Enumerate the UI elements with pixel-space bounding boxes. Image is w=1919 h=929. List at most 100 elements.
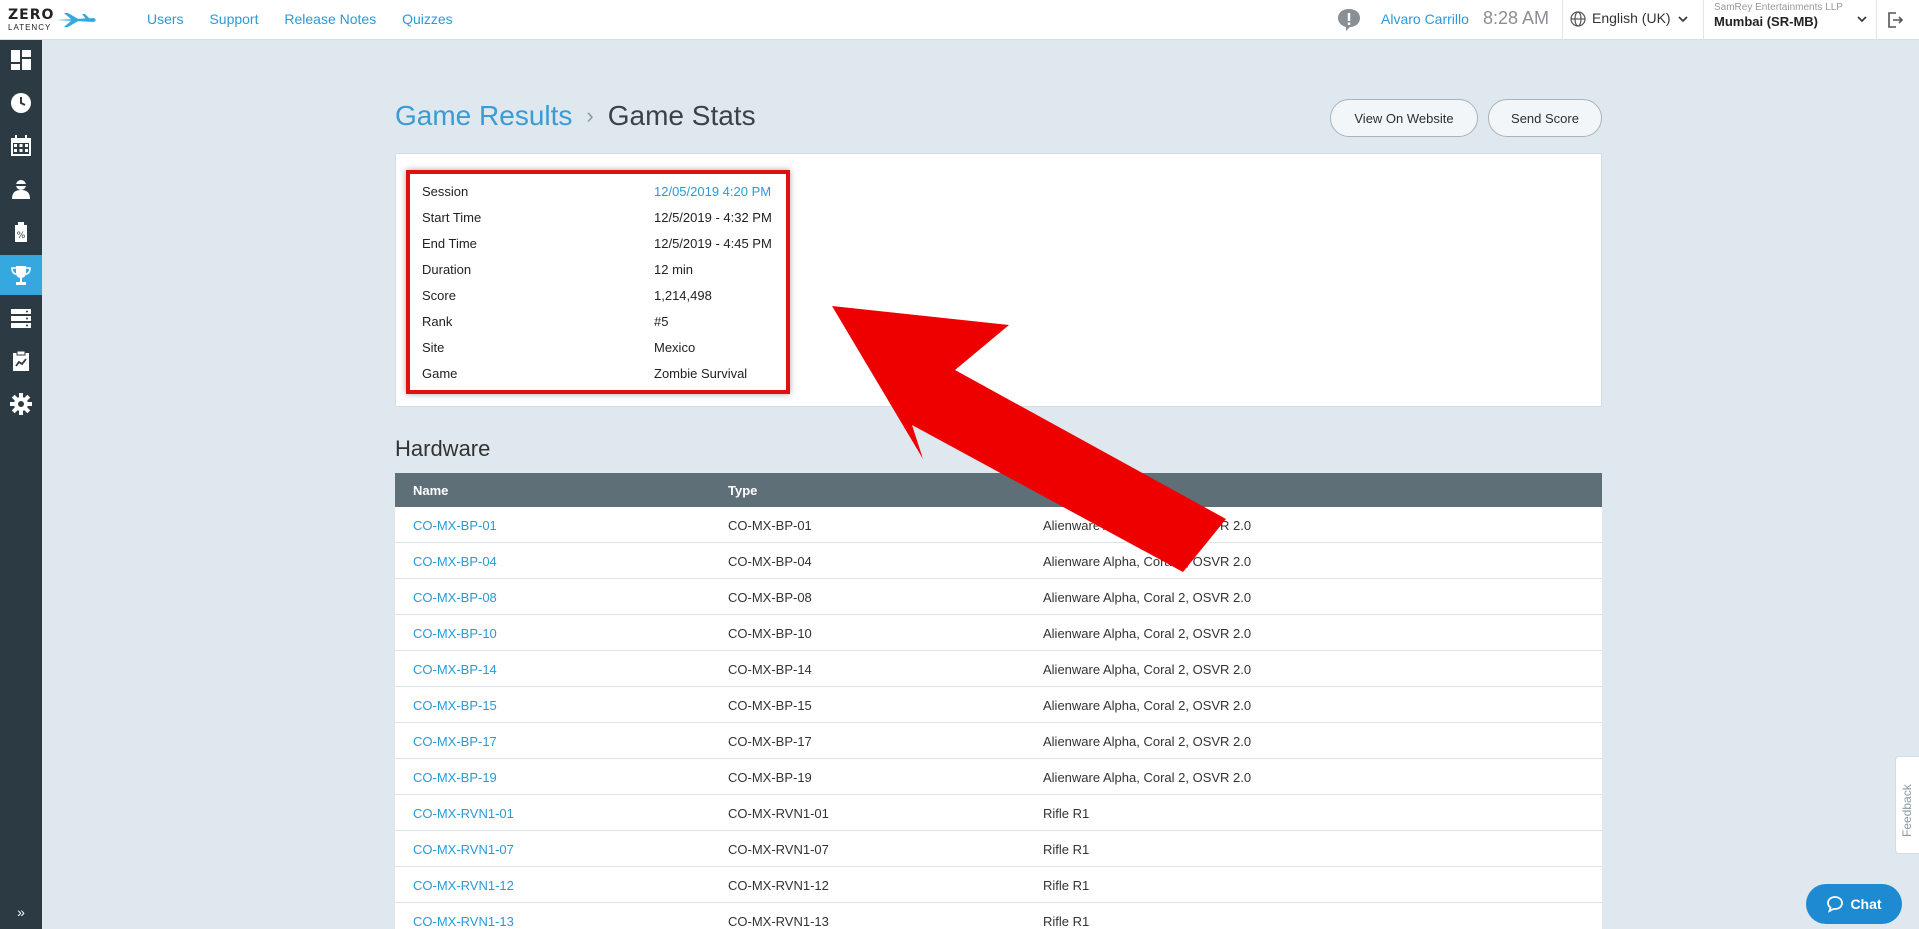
current-time: 8:28 AM xyxy=(1483,8,1550,28)
hardware-type: CO-MX-RVN1-01 xyxy=(728,806,829,821)
table-row: CO-MX-BP-04 CO-MX-BP-04 Alienware Alpha, C… xyxy=(395,543,1602,579)
hardware-description: Alienware Alpha, Coral 2, OSVR 2.0 xyxy=(1043,590,1252,605)
hardware-name-link[interactable]: CO-MX-BP-15 xyxy=(413,698,497,713)
table-row: CO-MX-BP-14 CO-MX-BP-14 Alienware Alpha, C… xyxy=(395,651,1602,687)
hardware-name-link[interactable]: CO-MX-RVN1-12 xyxy=(413,878,514,893)
voucher-icon: % xyxy=(15,222,27,242)
view-on-website-button[interactable]: View On Website xyxy=(1330,99,1478,137)
hardware-name-link[interactable]: CO-MX-BP-14 xyxy=(413,662,497,677)
column-type[interactable]: Type xyxy=(728,483,757,498)
page-title: Game Stats xyxy=(607,100,756,131)
dashboard-icon xyxy=(11,50,31,70)
table-row: CO-MX-BP-15 CO-MX-BP-15 Alienware Alpha, C… xyxy=(395,687,1602,723)
chevron-down-icon[interactable] xyxy=(1856,13,1868,25)
nav-support[interactable]: Support xyxy=(209,11,258,27)
top-bar: ZERO LATENCY Users Support Release Notes… xyxy=(0,0,1919,40)
sidebar-item-history[interactable] xyxy=(0,83,42,123)
user-name[interactable]: Alvaro Carrillo xyxy=(1381,11,1469,27)
hardware-name-link[interactable]: CO-MX-BP-01 xyxy=(413,518,497,533)
organization-selector[interactable]: SamRey Entertainments LLP Mumbai (SR-MB) xyxy=(1714,2,1843,29)
settings-icon xyxy=(10,393,32,415)
hardware-name-link[interactable]: CO-MX-RVN1-07 xyxy=(413,842,514,857)
hardware-name-link[interactable]: CO-MX-BP-19 xyxy=(413,770,497,785)
hardware-type: CO-MX-BP-08 xyxy=(728,590,812,605)
divider xyxy=(1562,0,1563,40)
trophy-icon xyxy=(11,266,31,285)
session-info-label: Rank xyxy=(422,314,453,329)
session-info-value: Zombie Survival xyxy=(654,366,748,381)
hardware-description: Rifle R1 xyxy=(1043,842,1090,857)
session-info-label: Score xyxy=(422,288,456,303)
clock-icon xyxy=(11,93,31,113)
sidebar-item-players[interactable] xyxy=(0,169,42,209)
language-selector[interactable]: English (UK) xyxy=(1570,10,1671,27)
logout-icon[interactable] xyxy=(1886,11,1904,29)
hardware-type: CO-MX-RVN1-12 xyxy=(728,878,829,893)
sidebar-item-settings[interactable] xyxy=(0,384,42,424)
feedback-tab[interactable]: Feedback xyxy=(1895,756,1919,854)
hardware-description: Rifle R1 xyxy=(1043,878,1090,893)
hardware-type: CO-MX-BP-14 xyxy=(728,662,812,677)
sidebar-item-vouchers[interactable]: % xyxy=(0,212,42,252)
hardware-type: CO-MX-BP-15 xyxy=(728,698,812,713)
hardware-description: Rifle R1 xyxy=(1043,914,1090,929)
hardware-table: Name Type CO-MX-BP-01 CO-MX-BP-01 Alienwar… xyxy=(395,473,1602,929)
column-name[interactable]: Name xyxy=(413,483,448,498)
session-info-value: 1,214,498 xyxy=(654,288,712,303)
table-row: CO-MX-RVN1-01 CO-MX-RVN1-01 Rifle R1 xyxy=(395,795,1602,831)
hardware-name-link[interactable]: CO-MX-BP-04 xyxy=(413,554,497,569)
nav-release-notes[interactable]: Release Notes xyxy=(284,11,376,27)
chevron-down-icon[interactable] xyxy=(1677,13,1689,25)
logo-line1: ZERO xyxy=(8,7,55,23)
sidebar-item-game-results[interactable] xyxy=(0,255,42,295)
session-info-value: 12 min xyxy=(654,262,694,277)
hardware-description: Alienware Alpha, Coral 2, OSVR 2.0 xyxy=(1043,518,1252,533)
zero-latency-logo[interactable]: ZERO LATENCY xyxy=(8,7,96,33)
feedback-label: Feedback xyxy=(1900,784,1914,837)
hardware-name-link[interactable]: CO-MX-RVN1-13 xyxy=(413,914,514,929)
hardware-name-link[interactable]: CO-MX-RVN1-01 xyxy=(413,806,514,821)
session-info-value[interactable]: 12/05/2019 4:20 PM xyxy=(654,184,771,199)
session-info-panel: Session 12/05/2019 4:20 PM Start Time 12/5/… xyxy=(406,170,790,394)
chat-label: Chat xyxy=(1850,896,1882,912)
hardware-description: Alienware Alpha, Coral 2, OSVR 2.0 xyxy=(1043,770,1252,785)
session-info-value: 12/5/2019 - 4:32 PM xyxy=(654,210,772,225)
session-info-label: Start Time xyxy=(422,210,482,225)
hardware-name-link[interactable]: CO-MX-BP-08 xyxy=(413,590,497,605)
chat-button[interactable]: Chat xyxy=(1806,884,1902,924)
report-icon xyxy=(13,350,29,371)
session-info-value: #5 xyxy=(654,314,669,329)
breadcrumb: Game Results › Game Stats xyxy=(395,100,756,132)
plane-icon xyxy=(56,13,96,27)
nav-users[interactable]: Users xyxy=(147,11,184,27)
logo-line2: LATENCY xyxy=(8,23,52,32)
language-label: English (UK) xyxy=(1592,10,1671,26)
sidebar-item-hardware[interactable] xyxy=(0,298,42,338)
nav-quizzes[interactable]: Quizzes xyxy=(402,11,453,27)
hardware-name-link[interactable]: CO-MX-BP-10 xyxy=(413,626,497,641)
hardware-type: CO-MX-BP-17 xyxy=(728,734,812,749)
svg-text:%: % xyxy=(17,231,26,241)
hardware-description: Alienware Alpha, Coral 2, OSVR 2.0 xyxy=(1043,698,1252,713)
table-row: CO-MX-RVN1-12 CO-MX-RVN1-12 Rifle R1 xyxy=(395,867,1602,903)
send-score-button[interactable]: Send Score xyxy=(1488,99,1602,137)
server-icon xyxy=(11,309,31,328)
sidebar-item-calendar[interactable] xyxy=(0,126,42,166)
hardware-name-link[interactable]: CO-MX-BP-17 xyxy=(413,734,497,749)
breadcrumb-game-results[interactable]: Game Results xyxy=(395,100,572,131)
top-nav: Users Support Release Notes Quizzes xyxy=(147,11,475,27)
table-row: CO-MX-BP-01 CO-MX-BP-01 Alienware Alpha, C… xyxy=(395,507,1602,543)
sidebar-item-reports[interactable] xyxy=(0,341,42,381)
hardware-title: Hardware xyxy=(395,436,491,461)
table-row: CO-MX-BP-19 CO-MX-BP-19 Alienware Alpha, C… xyxy=(395,759,1602,795)
hardware-description: Rifle R1 xyxy=(1043,806,1090,821)
hardware-type: CO-MX-RVN1-13 xyxy=(728,914,829,929)
org-site: Mumbai (SR-MB) xyxy=(1714,14,1818,29)
alert-bubble-icon[interactable] xyxy=(1336,7,1362,33)
table-row: CO-MX-BP-10 CO-MX-BP-10 Alienware Alpha, C… xyxy=(395,615,1602,651)
table-header: Name Type xyxy=(395,473,1602,507)
sidebar-expand-button[interactable]: » xyxy=(0,895,42,929)
breadcrumb-separator: › xyxy=(586,103,594,128)
sidebar-item-dashboard[interactable] xyxy=(0,40,42,80)
divider xyxy=(1876,0,1877,40)
